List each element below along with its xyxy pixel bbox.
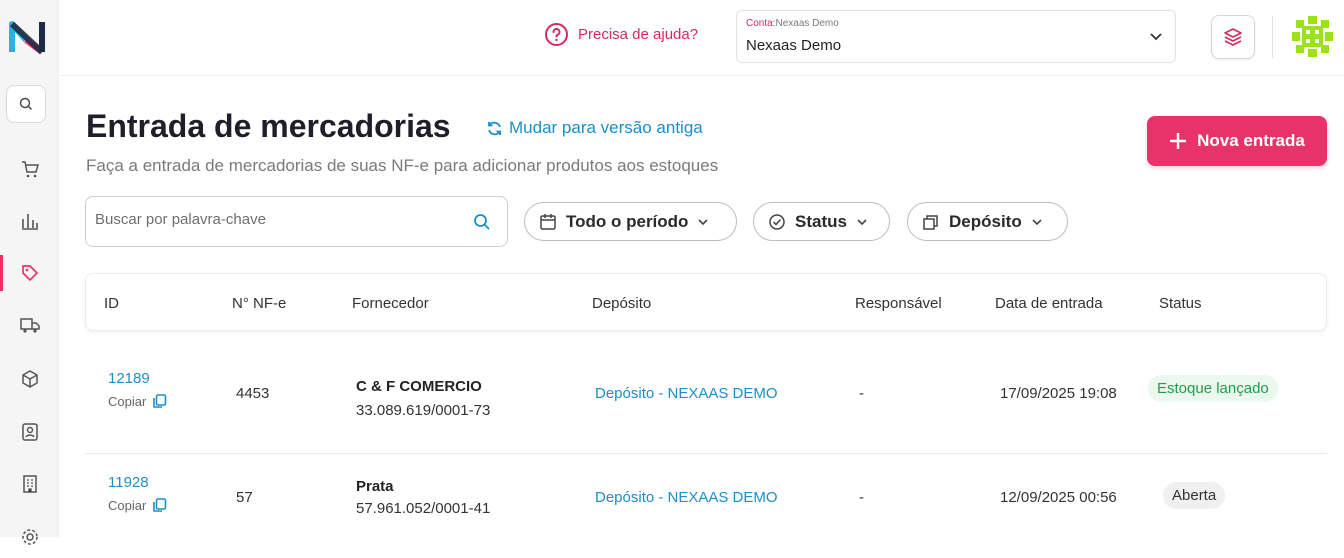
layers-icon (1224, 28, 1242, 46)
sidebar-item-shipping[interactable] (0, 307, 59, 343)
table-row[interactable]: 11928 Copiar 57 Prata 57.961.052/0001-41… (85, 454, 1327, 558)
copy-label: Copiar (108, 394, 147, 409)
table-header: ID N° NF-e Fornecedor Depósito Responsáv… (85, 273, 1327, 331)
truck-icon (19, 318, 40, 333)
top-bar: Precisa de ajuda? Conta:Nexaas Demo Nexa… (60, 0, 1344, 76)
nexaas-logo[interactable] (9, 18, 45, 56)
account-value: Nexaas Demo (746, 37, 842, 54)
responsible: - (859, 385, 864, 402)
apps-switcher-button[interactable] (1211, 15, 1255, 59)
sidebar-item-settings[interactable] (0, 519, 59, 555)
sidebar-item-sales[interactable] (0, 151, 59, 187)
copy-id-button[interactable]: Copiar (108, 498, 167, 513)
sidebar-item-contacts[interactable] (0, 414, 59, 450)
status-badge: Aberta (1163, 482, 1226, 509)
help-label: Precisa de ajuda? (578, 26, 699, 43)
new-entry-label: Nova entrada (1197, 131, 1305, 150)
nfe-number: 57 (236, 489, 253, 506)
responsible: - (859, 489, 864, 506)
gear-icon (21, 529, 38, 545)
sidebar (0, 0, 59, 545)
entry-date: 12/09/2025 00:56 (1000, 489, 1117, 506)
chevron-down-icon (1032, 218, 1042, 225)
search-icon (19, 97, 32, 110)
plus-icon (1170, 133, 1187, 149)
bar-chart-icon (21, 214, 38, 230)
chevron-down-icon (1150, 33, 1162, 41)
account-selector[interactable]: Conta:Nexaas Demo Nexaas Demo (736, 10, 1176, 63)
user-avatar[interactable] (1290, 14, 1335, 59)
help-link[interactable]: Precisa de ajuda? (544, 22, 698, 47)
account-caption: Conta:Nexaas Demo (746, 18, 839, 29)
new-entry-button[interactable]: Nova entrada (1147, 116, 1327, 166)
page-title: Entrada de mercadorias (86, 108, 451, 144)
old-version-link[interactable]: Mudar para versão antiga (486, 118, 703, 138)
column-header-responsible[interactable]: Responsável (855, 295, 942, 312)
column-header-status[interactable]: Status (1159, 295, 1202, 312)
supplier-cnpj: 57.961.052/0001-41 (356, 500, 491, 517)
question-circle-icon (545, 23, 568, 46)
column-header-id[interactable]: ID (104, 295, 119, 312)
copy-label: Copiar (108, 498, 147, 513)
deposit-filter[interactable]: Depósito (907, 202, 1068, 241)
header-divider (1272, 16, 1273, 58)
status-filter[interactable]: Status (753, 202, 890, 241)
sidebar-item-products[interactable] (0, 361, 59, 397)
column-header-deposit[interactable]: Depósito (592, 295, 651, 312)
period-filter[interactable]: Todo o período (524, 202, 737, 241)
chevron-down-icon (698, 218, 709, 225)
copy-id-button[interactable]: Copiar (108, 394, 167, 409)
nfe-number: 4453 (236, 385, 270, 402)
building-icon (22, 475, 37, 493)
search-box (85, 196, 508, 247)
supplier-name: Prata (356, 478, 394, 495)
table-row[interactable]: 12189 Copiar 4453 C & F COMERCIO 33.089.… (85, 350, 1327, 454)
deposit-link[interactable]: Depósito - NEXAAS DEMO (595, 489, 778, 506)
entry-id-link[interactable]: 12189 (108, 370, 150, 387)
calendar-icon (540, 213, 556, 230)
page-subtitle: Faça a entrada de mercadorias de suas NF… (86, 156, 719, 175)
column-header-supplier[interactable]: Fornecedor (352, 295, 429, 312)
column-header-entry-date[interactable]: Data de entrada (995, 295, 1103, 312)
check-circle-icon (769, 213, 785, 230)
supplier-cnpj: 33.089.619/0001-73 (356, 402, 491, 419)
cart-icon (21, 161, 39, 178)
copy-icon (153, 394, 167, 408)
old-version-label: Mudar para versão antiga (509, 118, 703, 137)
search-icon[interactable] (473, 213, 491, 231)
refresh-icon (488, 121, 501, 135)
deposit-filter-label: Depósito (949, 211, 1022, 231)
period-filter-label: Todo o período (566, 211, 689, 231)
supplier-name: C & F COMERCIO (356, 378, 482, 395)
search-input[interactable] (95, 211, 455, 228)
tag-icon (21, 265, 38, 281)
entry-date: 17/09/2025 19:08 (1000, 385, 1117, 402)
deposit-link[interactable]: Depósito - NEXAAS DEMO (595, 385, 778, 402)
sidebar-item-reports[interactable] (0, 203, 59, 239)
contact-card-icon (21, 423, 38, 441)
copy-icon (153, 498, 167, 512)
sidebar-item-company[interactable] (0, 466, 59, 502)
sidebar-item-inventory-entries[interactable] (0, 255, 59, 291)
box-icon (21, 370, 38, 388)
column-header-nfe[interactable]: N° NF-e (232, 295, 286, 312)
chevron-down-icon (857, 218, 867, 225)
entry-id-link[interactable]: 11928 (108, 474, 149, 491)
stacked-windows-icon (923, 214, 938, 230)
status-badge: Estoque lançado (1148, 375, 1278, 402)
sidebar-search-button[interactable] (6, 85, 46, 123)
status-filter-label: Status (795, 211, 847, 231)
